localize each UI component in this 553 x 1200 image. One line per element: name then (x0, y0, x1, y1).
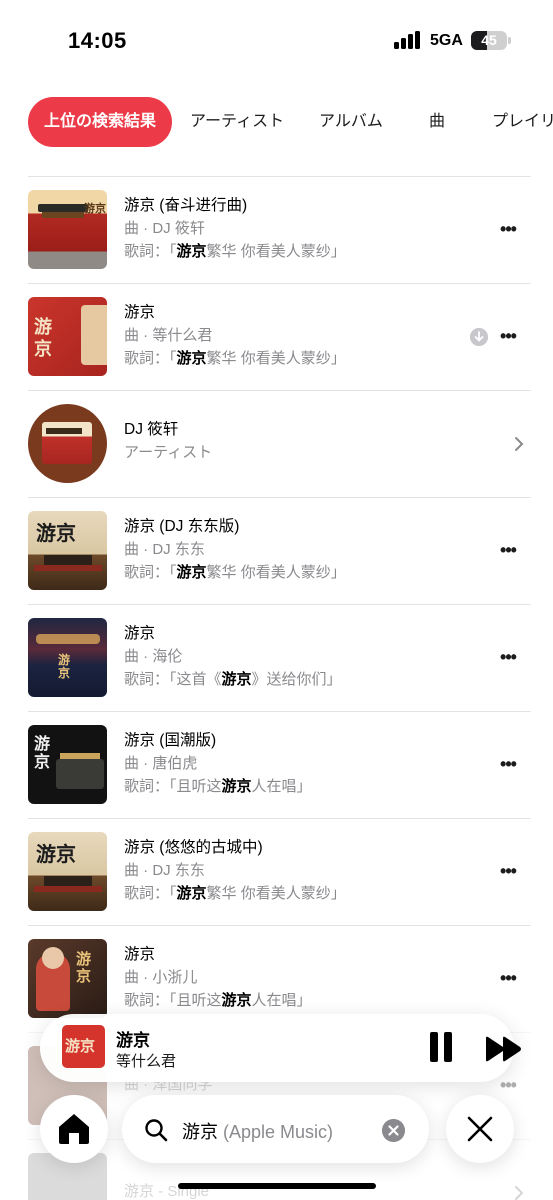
now-playing-art: 游京 (62, 1025, 105, 1068)
close-search-button[interactable] (446, 1095, 514, 1163)
result-lyric: 歌詞：「且听这游京人在唱」 (124, 992, 312, 1009)
list-item[interactable]: 游京 游京 曲 · 等什么君 歌詞：「游京繁华 你看美人蒙纱」 ••• (0, 283, 553, 390)
status-time: 14:05 (68, 28, 127, 53)
result-subtitle: 曲 · DJ 筱轩 (124, 220, 205, 237)
more-icon[interactable]: ••• (497, 647, 519, 667)
result-subtitle: 曲 · 唐伯虎 (124, 755, 198, 772)
result-title: 游京 (奋斗进行曲) (124, 197, 248, 214)
album-art: 游京 (28, 618, 107, 697)
album-art-caption: 游京 (34, 317, 52, 360)
album-art: 游京 (28, 511, 107, 590)
filter-tabs: 上位の検索結果 アーティスト アルバム 曲 プレイリ (0, 97, 553, 147)
result-title: 游京 (124, 304, 156, 321)
more-icon[interactable]: ••• (497, 968, 519, 988)
now-playing-art-caption: 游京 (65, 1037, 96, 1055)
result-lyric: 歌詞：「且听这游京人在唱」 (124, 778, 312, 795)
status-bar: 14:05 5GA 45 (0, 0, 553, 80)
result-title: 游京 (124, 625, 156, 642)
result-subtitle: アーティスト (124, 444, 213, 461)
home-icon (59, 1114, 89, 1144)
tab-artists[interactable]: アーティスト (190, 97, 284, 147)
result-subtitle: 曲 · 等什么君 (124, 327, 213, 344)
close-icon (467, 1116, 493, 1142)
album-art: 游京 (28, 725, 107, 804)
search-icon (145, 1119, 168, 1142)
more-icon[interactable]: ••• (497, 219, 519, 239)
tab-top-results[interactable]: 上位の検索結果 (28, 97, 173, 147)
album-art-caption: 游京 (58, 653, 71, 680)
result-lyric: 歌詞：「游京繁华 你看美人蒙纱」 (124, 564, 346, 581)
result-subtitle: 曲 · 小浙儿 (124, 969, 198, 986)
result-title: 游京 (124, 946, 156, 963)
album-art: 游京 (28, 939, 107, 1018)
list-item[interactable]: 游京 游京 (悠悠的古城中) 曲 · DJ 东东 歌詞：「游京繁华 你看美人蒙纱… (0, 818, 553, 925)
result-subtitle: 曲 · DJ 东东 (124, 541, 205, 558)
mini-player[interactable]: 游京 游京 等什么君 (40, 1014, 521, 1082)
list-item[interactable]: 游京 游京 (国潮版) 曲 · 唐伯虎 歌詞：「且听这游京人在唱」 ••• (0, 711, 553, 818)
battery-tip (508, 37, 511, 44)
result-lyric: 歌詞：「游京繁华 你看美人蒙纱」 (124, 885, 346, 902)
album-art: 游京 (28, 832, 107, 911)
result-title: 游京 (国潮版) (124, 732, 217, 749)
now-playing-artist: 等什么君 (116, 1053, 177, 1070)
album-art-caption: 游京 (34, 734, 51, 771)
more-icon[interactable]: ••• (497, 540, 519, 560)
more-icon[interactable]: ••• (497, 754, 519, 774)
chevron-right-icon (515, 437, 524, 451)
more-icon[interactable]: ••• (497, 861, 519, 881)
skip-forward-icon[interactable] (485, 1036, 523, 1062)
battery-level: 45 (481, 32, 497, 48)
result-lyric: 歌詞：「这首《游京》送给你们」 (124, 671, 342, 688)
home-button[interactable] (40, 1095, 108, 1163)
home-indicator (178, 1183, 376, 1189)
tab-songs[interactable]: 曲 (429, 97, 445, 147)
downloaded-icon (470, 328, 488, 346)
search-input[interactable]: 游京 (Apple Music) (182, 1118, 333, 1144)
pause-button[interactable] (428, 1032, 454, 1064)
bottom-bar: 游京 (Apple Music) (0, 1090, 553, 1200)
more-icon[interactable]: ••• (497, 326, 519, 346)
album-art: 游京 (28, 190, 107, 269)
artist-avatar (28, 404, 107, 483)
tab-playlists[interactable]: プレイリ (492, 97, 553, 147)
cellular-signal-icon (394, 31, 420, 49)
list-item[interactable]: 游京 游京 (DJ 东东版) 曲 · DJ 东东 歌詞：「游京繁华 你看美人蒙纱… (0, 497, 553, 604)
album-art-caption: 游京 (84, 202, 106, 215)
clear-icon[interactable] (382, 1119, 405, 1142)
tab-albums[interactable]: アルバム (319, 97, 383, 147)
result-lyric: 歌詞：「游京繁华 你看美人蒙纱」 (124, 243, 346, 260)
album-art-caption: 游京 (36, 521, 76, 545)
now-playing-title: 游京 (116, 1031, 150, 1050)
album-art-caption: 游京 (76, 950, 92, 985)
list-item[interactable]: 游京 游京 曲 · 海伦 歌詞：「这首《游京》送给你们」 ••• (0, 604, 553, 711)
album-art: 游京 (28, 297, 107, 376)
network-type: 5GA (430, 32, 463, 49)
result-title: 游京 (DJ 东东版) (124, 518, 240, 535)
battery-icon: 45 (471, 31, 507, 50)
list-item[interactable]: 游京 游京 (奋斗进行曲) 曲 · DJ 筱轩 歌詞：「游京繁华 你看美人蒙纱」… (0, 176, 553, 283)
album-art-caption: 游京 (36, 842, 76, 866)
result-subtitle: 曲 · 海伦 (124, 648, 183, 665)
result-title: 游京 (悠悠的古城中) (124, 839, 263, 856)
result-subtitle: 曲 · DJ 东东 (124, 862, 205, 879)
result-lyric: 歌詞：「游京繁华 你看美人蒙纱」 (124, 350, 346, 367)
list-item[interactable]: DJ 筱轩 アーティスト (0, 390, 553, 497)
search-field[interactable]: 游京 (Apple Music) (122, 1095, 429, 1163)
result-title: DJ 筱轩 (124, 421, 179, 438)
